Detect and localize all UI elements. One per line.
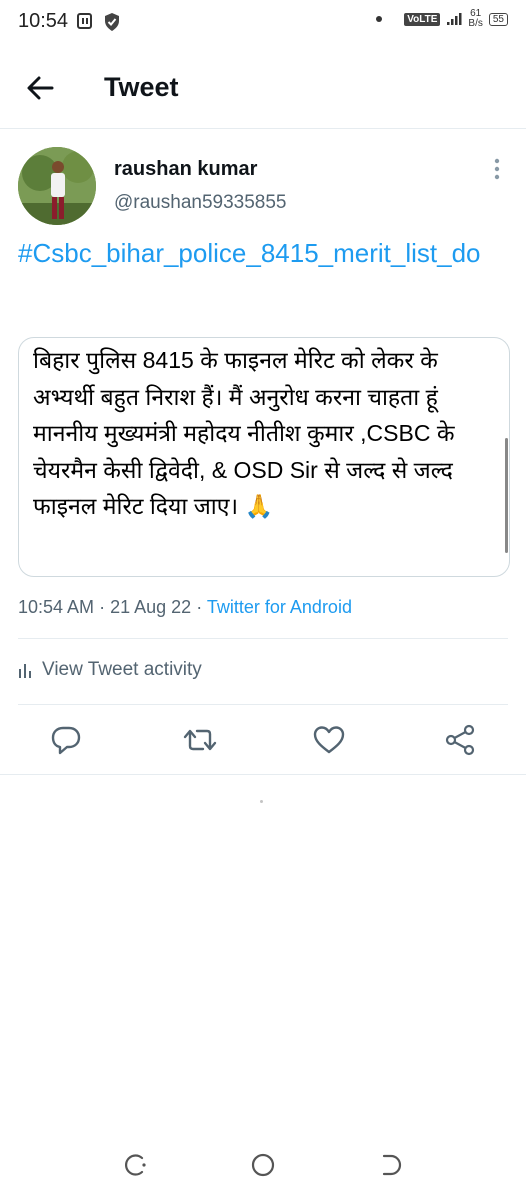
tweet-image[interactable]: बिहार पुलिस 8415 के फाइनल मेरिट को लेकर … — [18, 337, 510, 577]
view-tweet-activity-label: View Tweet activity — [42, 659, 202, 680]
volte-badge: VoLTE — [404, 12, 441, 26]
heart-icon[interactable] — [311, 722, 347, 758]
tweet-meta: 10:54 AM · 21 Aug 22 · Twitter for Andro… — [18, 597, 352, 618]
activity-divider — [18, 704, 508, 705]
author-name[interactable]: raushan kumar — [114, 158, 257, 181]
arrow-left-icon[interactable] — [22, 70, 58, 106]
home-icon[interactable] — [248, 1150, 278, 1180]
loading-dot — [260, 800, 263, 803]
author-handle[interactable]: @raushan59335855 — [114, 192, 286, 214]
shield-icon — [105, 13, 119, 31]
image-scrollbar — [505, 438, 508, 553]
header-divider — [0, 128, 526, 129]
avatar[interactable] — [18, 147, 96, 225]
actions-divider — [0, 774, 526, 775]
tweet-time: 10:54 AM — [18, 597, 95, 617]
meta-separator: · — [99, 597, 106, 617]
tweet-date: 21 Aug 22 — [110, 597, 192, 617]
status-time: 10:54 — [18, 10, 69, 32]
meta-divider — [18, 638, 508, 639]
signal-icon — [447, 13, 462, 25]
sim-card-icon — [77, 13, 92, 29]
avatar-photo — [18, 147, 96, 225]
hashtag-link[interactable]: #Csbc_bihar_police_8415_merit_list_do — [18, 232, 510, 274]
reply-icon[interactable] — [48, 722, 84, 758]
view-tweet-activity-button[interactable]: View Tweet activity — [18, 659, 202, 681]
battery-indicator: 55 — [488, 12, 508, 26]
notification-dot-icon — [376, 16, 383, 22]
share-icon[interactable] — [442, 722, 478, 758]
tweet-source-link[interactable]: Twitter for Android — [207, 597, 352, 617]
retweet-icon[interactable] — [182, 722, 218, 758]
more-vertical-icon[interactable] — [486, 156, 508, 182]
tweet-image-text: बिहार पुलिस 8415 के फाइनल मेरिट को लेकर … — [33, 347, 455, 519]
meta-separator: · — [196, 597, 203, 617]
back-nav-icon[interactable] — [376, 1150, 406, 1180]
network-speed: 61 B/s — [468, 9, 482, 29]
status-bar: 10:54 VoLTE 61 B/s 55 — [0, 0, 526, 46]
page-title: Tweet — [104, 72, 179, 102]
network-speed-unit: B/s — [468, 18, 483, 29]
recent-apps-icon[interactable] — [120, 1150, 150, 1180]
bar-chart-icon — [19, 664, 31, 678]
status-indicators: VoLTE 61 B/s 55 — [376, 9, 508, 29]
